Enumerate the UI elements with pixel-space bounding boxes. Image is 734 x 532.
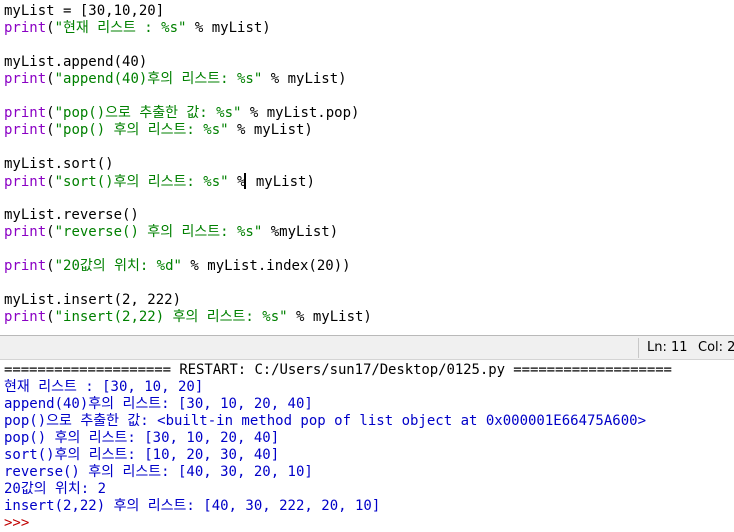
code-text: myList.append(40) [4,54,148,70]
string-literal: "현재 리스트 : %s" [54,20,187,36]
code-line[interactable]: print("pop() 후의 리스트: %s" % myList) [4,122,313,139]
code-text: ( [46,224,55,240]
code-text: % myList.index(20)) [181,258,351,274]
string-literal: "sort()후의 리스트: %s" [54,174,229,190]
builtin-keyword: print [4,174,47,190]
code-text: ( [46,122,55,138]
string-literal: "20값의 위치: %d" [54,258,182,274]
builtin-keyword: print [4,105,47,121]
shell-output-line: 20값의 위치: 2 [4,481,107,497]
code-text: % [228,174,246,190]
code-line[interactable]: print("20값의 위치: %d" % myList.index(20)) [4,258,351,275]
code-editor[interactable]: myList = [30,10,20] print("현재 리스트 : %s" … [0,0,734,336]
code-text: myList.sort() [4,156,114,172]
shell-output-line: pop()으로 추출한 값: <built-in method pop of l… [4,413,647,429]
shell-output-line: append(40)후의 리스트: [30, 10, 20, 40] [4,396,313,412]
string-literal: "reverse() 후의 리스트: %s" [54,224,263,240]
code-text: myList) [247,174,315,190]
code-line[interactable]: myList.reverse() [4,207,139,224]
builtin-keyword: print [4,20,47,36]
code-line[interactable]: myList.sort() [4,156,114,173]
shell-output-line: pop() 후의 리스트: [30, 10, 20, 40] [4,430,280,446]
code-line[interactable]: myList.append(40) [4,54,147,71]
code-text: ( [46,174,55,190]
builtin-keyword: print [4,258,47,274]
code-line-active[interactable]: print("sort()후의 리스트: %s" % myList) [4,173,315,190]
code-text: myList.insert(2, 222) [4,292,182,308]
code-text: % myList) [228,122,313,138]
code-text: ( [46,258,55,274]
builtin-keyword: print [4,309,47,325]
restart-banner: ==================== RESTART: C:/Users/s… [4,362,672,378]
shell-output-line: reverse() 후의 리스트: [40, 30, 20, 10] [4,464,313,480]
line-number-label: Ln: 11 [647,340,688,355]
string-literal: "insert(2,22) 후의 리스트: %s" [54,309,288,325]
code-text: % myList.pop) [241,105,360,121]
shell-output-line: sort()후의 리스트: [10, 20, 30, 40] [4,447,280,463]
builtin-keyword: print [4,224,47,240]
string-literal: "append(40)후의 리스트: %s" [54,71,263,87]
builtin-keyword: print [4,122,47,138]
python-shell[interactable]: ==================== RESTART: C:/Users/s… [0,360,734,532]
status-bar: Ln: 11 Col: 2 [0,336,734,360]
shell-output-line: insert(2,22) 후의 리스트: [40, 30, 222, 20, 1… [4,498,381,514]
code-text: % myList) [287,309,372,325]
code-text: % myList) [186,20,271,36]
code-line[interactable]: myList.insert(2, 222) [4,292,181,309]
code-text: ( [46,105,55,121]
code-text: ( [46,71,55,87]
code-text: ( [46,309,55,325]
string-literal: "pop() 후의 리스트: %s" [54,122,229,138]
column-number-label: Col: 2 [698,340,734,355]
code-line[interactable]: print("insert(2,22) 후의 리스트: %s" % myList… [4,309,372,326]
code-text: %myList) [262,224,339,240]
code-line[interactable]: print("현재 리스트 : %s" % myList) [4,20,271,37]
shell-prompt[interactable]: >>> [4,515,29,532]
code-text: % myList) [262,71,347,87]
shell-output-line: 현재 리스트 : [30, 10, 20] [4,379,204,395]
code-line[interactable]: myList = [30,10,20] [4,3,164,20]
builtin-keyword: print [4,71,47,87]
status-separator [638,338,639,358]
code-text: myList = [30,10,20] [4,3,165,19]
string-literal: "pop()으로 추출한 값: %s" [54,105,242,121]
code-line[interactable]: print("pop()으로 추출한 값: %s" % myList.pop) [4,105,359,122]
code-text: myList.reverse() [4,207,139,223]
code-line[interactable]: print("append(40)후의 리스트: %s" % myList) [4,71,347,88]
code-line[interactable]: print("reverse() 후의 리스트: %s" %myList) [4,224,338,241]
code-text: ( [46,20,55,36]
